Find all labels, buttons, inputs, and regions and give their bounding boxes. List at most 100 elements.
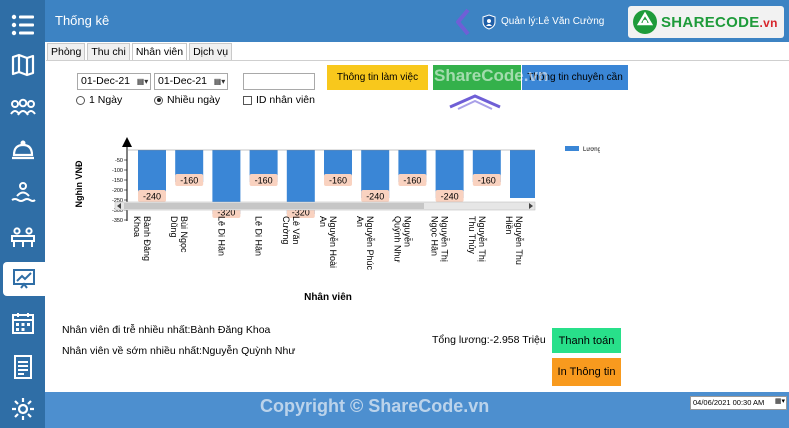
radio-many-days-label: Nhiều ngày [167, 94, 221, 106]
y-tick-label: -50 [115, 158, 123, 164]
radio-one-day[interactable]: 1 Ngày [76, 94, 122, 106]
category-label-line: Dũng [169, 216, 179, 238]
data-label: -240 [143, 192, 161, 202]
category-label-line: Nguyễn Thu [514, 216, 524, 265]
category-label-line: Nguyễn Phúc [365, 216, 375, 271]
data-label: -240 [366, 192, 384, 202]
category-label: Nguyễn HoàiAn [318, 216, 338, 268]
calendar-icon[interactable] [6, 306, 40, 340]
app-window: Thống kê Quản lý:Lê Văn Cường SHARECODE.… [0, 0, 789, 428]
user-label: Quản lý:Lê Văn Cường [501, 16, 605, 27]
copyright-text: Copyright © ShareCode.vn [260, 396, 490, 416]
category-label: Lê Di Hân [254, 216, 264, 256]
footer-bar: Copyright © ShareCode.vn 04/06/2021 00:3… [45, 392, 789, 428]
data-label: -160 [403, 176, 421, 186]
category-label-line: Ngọc Hân [430, 216, 440, 256]
category-label: NguyễnQuỳnh Như [392, 216, 412, 263]
y-tick-label: -350 [112, 218, 123, 224]
category-label-line: Lê Văn [291, 216, 301, 245]
data-label: -160 [329, 176, 347, 186]
sharecode-logo: SHARECODE.vn [628, 6, 784, 38]
category-label-line: Lê Di Hân [254, 216, 264, 256]
checkbox[interactable] [243, 95, 252, 105]
date-to-picker[interactable]: 01-Dec-21 ▦▾ [154, 73, 228, 90]
category-label: Bành ĐăngKhoa [132, 216, 152, 261]
datetime-value: 04/06/2021 00:30 AM [693, 398, 765, 407]
category-label-line: An [355, 216, 365, 227]
calendar-dropdown-icon[interactable]: ▦▾ [136, 75, 149, 88]
chevron-left-icon[interactable] [455, 8, 471, 36]
category-label-line: An [318, 216, 328, 227]
employee-id-input[interactable] [243, 73, 315, 90]
category-label: Lê VănCường [281, 216, 301, 245]
category-label-line: Nguyễn Hoài [328, 216, 338, 268]
tab-strip: Phòng Thu chi Nhân viên Dịch vụ [45, 43, 233, 61]
service-bell-icon[interactable] [6, 133, 40, 167]
legend-swatch [565, 146, 579, 151]
category-label: Nguyễn PhúcAn [355, 216, 375, 271]
legend-label: Lương [583, 147, 600, 153]
y-tick-label: -100 [112, 168, 123, 174]
print-info-button[interactable]: In Thông tin [552, 358, 621, 386]
tab-nhan-vien[interactable]: Nhân viên [131, 43, 188, 61]
map-icon[interactable] [6, 48, 40, 82]
x-axis-label: Nhân viên [304, 292, 352, 303]
document-icon[interactable] [6, 350, 40, 384]
category-label-line: Bành Đăng [142, 216, 152, 261]
category-label: Nguyễn ThịNgọc Hân [430, 216, 450, 262]
users-icon[interactable] [6, 90, 40, 124]
total-salary: Tổng lương:-2.958 Triệu [432, 334, 546, 346]
category-label: Nguyễn ThuHiền [504, 216, 524, 265]
data-label: -160 [255, 176, 273, 186]
header-bar: Thống kê Quản lý:Lê Văn Cường SHARECODE.… [45, 0, 789, 42]
category-label: Lê Di Hân [216, 216, 226, 256]
radio-button-selected[interactable] [154, 95, 163, 105]
date-to-value: 01-Dec-21 [158, 75, 208, 87]
chart-scrollbar-thumb [124, 203, 424, 209]
statistics-chart-icon[interactable] [3, 262, 45, 296]
menu-icon[interactable] [6, 8, 40, 42]
data-label: -160 [478, 176, 496, 186]
category-label-line: Nguyễn Thị [477, 216, 487, 262]
salary-chart: -50-100-150-200-250-300-350Nghìn VNĐ -240… [74, 137, 600, 303]
meeting-icon[interactable] [6, 220, 40, 254]
datetime-picker[interactable]: 04/06/2021 00:30 AM ▦▾ [690, 396, 787, 410]
radio-one-day-label: 1 Ngày [89, 94, 123, 106]
late-employee-note: Nhân viên đi trễ nhiều nhất:Bành Đăng Kh… [62, 324, 271, 336]
gear-icon[interactable] [6, 392, 40, 426]
category-label-line: Quỳnh Như [392, 216, 402, 263]
pay-button[interactable]: Thanh toán [552, 328, 621, 353]
category-label: Nguyễn ThịThu Thủy [467, 216, 487, 262]
y-axis-label: Nghìn VNĐ [74, 160, 84, 207]
tab-phong[interactable]: Phòng [47, 43, 86, 61]
salary-info-button[interactable] [433, 65, 521, 90]
category-label-line: Nguyễn Thị [440, 216, 450, 262]
category-label-line: Hiền [504, 216, 514, 235]
logo-text: SHARECODE.vn [661, 13, 778, 31]
swimmer-icon[interactable] [6, 176, 40, 210]
category-label: Bùi NgọcDũng [169, 216, 189, 253]
chevron-up-icon[interactable] [446, 92, 504, 110]
radio-many-days[interactable]: Nhiều ngày [154, 94, 220, 106]
date-from-picker[interactable]: 01-Dec-21 ▦▾ [77, 73, 151, 90]
attendance-info-button[interactable]: Thông tin chuyên cần [522, 65, 628, 90]
date-from-value: 01-Dec-21 [81, 75, 131, 87]
tab-dich-vu[interactable]: Dịch vụ [189, 43, 233, 61]
data-label: -240 [441, 192, 459, 202]
user-shield-icon [482, 14, 496, 30]
category-label-line: Thu Thủy [467, 216, 477, 254]
logo-mark-icon [633, 10, 657, 34]
tab-thu-chi[interactable]: Thu chi [87, 43, 130, 61]
work-info-button[interactable]: Thông tin làm việc [327, 65, 428, 90]
calendar-dropdown-icon[interactable]: ▦▾ [213, 75, 226, 88]
category-label-line: Khoa [132, 216, 142, 237]
page-title: Thống kê [55, 13, 110, 28]
checkbox-employee-id[interactable]: ID nhân viên [243, 94, 315, 106]
y-tick-label: -200 [112, 188, 123, 194]
sidebar [0, 0, 45, 428]
data-label: -160 [180, 176, 198, 186]
early-employee-note: Nhân viên về sớm nhiều nhất:Nguyễn Quỳnh… [62, 345, 296, 357]
calendar-dropdown-icon[interactable]: ▦▾ [775, 397, 785, 405]
radio-button[interactable] [76, 95, 85, 105]
category-label-line: Nguyễn [402, 216, 412, 247]
